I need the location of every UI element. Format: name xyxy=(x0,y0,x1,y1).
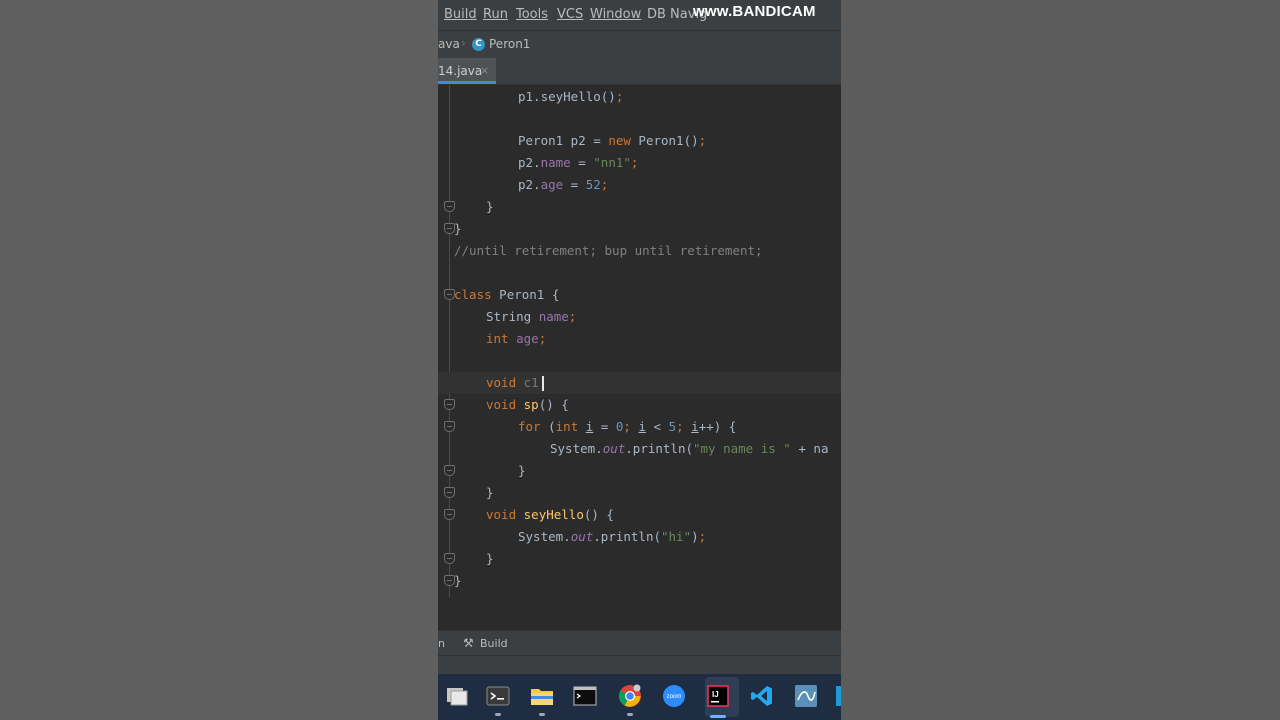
hammer-icon: ⚒ xyxy=(463,636,474,650)
menu-bar: Build Run Tools VCS Window DB Navig www.… xyxy=(438,0,841,30)
class-icon: C xyxy=(472,38,485,51)
menu-run[interactable]: Run xyxy=(483,7,508,22)
code-line: } xyxy=(454,221,462,236)
zoom-icon[interactable]: zoom xyxy=(662,684,686,708)
code-editor[interactable]: p1.seyHello(); Peron1 p2 = new Peron1();… xyxy=(438,85,841,630)
chrome-icon[interactable] xyxy=(618,684,642,708)
code-line: } xyxy=(486,551,494,566)
active-app-indicator xyxy=(710,715,726,718)
text-caret xyxy=(541,376,544,391)
idea-icon-text: IJ xyxy=(712,690,719,699)
close-icon[interactable]: × xyxy=(480,64,489,77)
build-tool-button[interactable]: Build xyxy=(480,637,508,650)
tab-java-file[interactable]: 14.java × xyxy=(438,58,496,84)
code-line: String name; xyxy=(486,309,577,324)
fold-icon[interactable] xyxy=(444,487,455,498)
code-line: void sp() { xyxy=(486,397,569,412)
command-prompt-icon[interactable] xyxy=(573,684,597,708)
tool-window-partial[interactable]: n xyxy=(438,637,445,650)
editor-tab-bar: 14.java × xyxy=(438,58,841,85)
tab-label: 14.java xyxy=(438,64,483,78)
fold-icon[interactable] xyxy=(444,399,455,410)
menu-vcs[interactable]: VCS xyxy=(557,7,583,22)
running-indicator xyxy=(539,713,545,716)
intellij-idea-icon[interactable]: IJ xyxy=(706,684,730,708)
menu-tools[interactable]: Tools xyxy=(516,7,548,22)
code-line: } xyxy=(486,199,494,214)
running-indicator xyxy=(495,713,501,716)
fold-icon[interactable] xyxy=(444,509,455,520)
fold-icon[interactable] xyxy=(444,553,455,564)
breadcrumb-folder[interactable]: ava xyxy=(438,37,460,51)
code-line: System.out.println("my name is " + na xyxy=(550,441,829,456)
gutter-guide xyxy=(449,85,450,597)
fold-icon[interactable] xyxy=(444,201,455,212)
code-line: System.out.println("hi"); xyxy=(518,529,707,544)
code-line: //until retirement; bup until retirement… xyxy=(454,243,763,258)
code-line: for (int i = 0; i < 5; i++) { xyxy=(518,419,737,434)
right-letterbox xyxy=(841,0,1280,720)
code-line: p2.name = "nn1"; xyxy=(518,155,639,170)
menu-window[interactable]: Window xyxy=(590,7,641,22)
breadcrumb: ava › C Peron1 xyxy=(438,30,841,59)
folder-icon[interactable] xyxy=(530,684,554,708)
code-line: } xyxy=(486,485,494,500)
left-letterbox xyxy=(0,0,438,720)
code-line: class Peron1 { xyxy=(454,287,560,302)
intellij-window: Build Run Tools VCS Window DB Navig www.… xyxy=(438,0,841,720)
tool-window-bar: n ⚒ Build xyxy=(438,630,841,656)
windows-taskbar: zoom IJ xyxy=(438,674,841,720)
code-line: p1.seyHello(); xyxy=(518,89,624,104)
code-line: } xyxy=(518,463,526,478)
zoom-icon-text: zoom xyxy=(667,694,682,700)
active-tab-indicator xyxy=(438,81,496,84)
breadcrumb-chevron-icon: › xyxy=(461,36,466,50)
running-indicator xyxy=(627,713,633,716)
code-line: void seyHello() { xyxy=(486,507,614,522)
code-line: p2.age = 52; xyxy=(518,177,609,192)
code-line: int age; xyxy=(486,331,547,346)
code-line: Peron1 p2 = new Peron1(); xyxy=(518,133,707,148)
code-line-current: void c1 xyxy=(486,372,544,394)
code-line: } xyxy=(454,573,462,588)
mysql-workbench-icon[interactable] xyxy=(794,684,818,708)
bandicam-watermark: www.BANDICAM xyxy=(693,3,816,20)
fold-icon[interactable] xyxy=(444,465,455,476)
fold-icon[interactable] xyxy=(444,421,455,432)
terminal-icon[interactable] xyxy=(486,684,510,708)
breadcrumb-class[interactable]: Peron1 xyxy=(489,37,530,51)
file-manager-icon[interactable] xyxy=(445,684,469,708)
vscode-icon[interactable] xyxy=(750,684,774,708)
overflow-app-icon[interactable] xyxy=(836,686,841,706)
status-bar xyxy=(438,655,841,675)
menu-build[interactable]: Build xyxy=(444,7,477,22)
